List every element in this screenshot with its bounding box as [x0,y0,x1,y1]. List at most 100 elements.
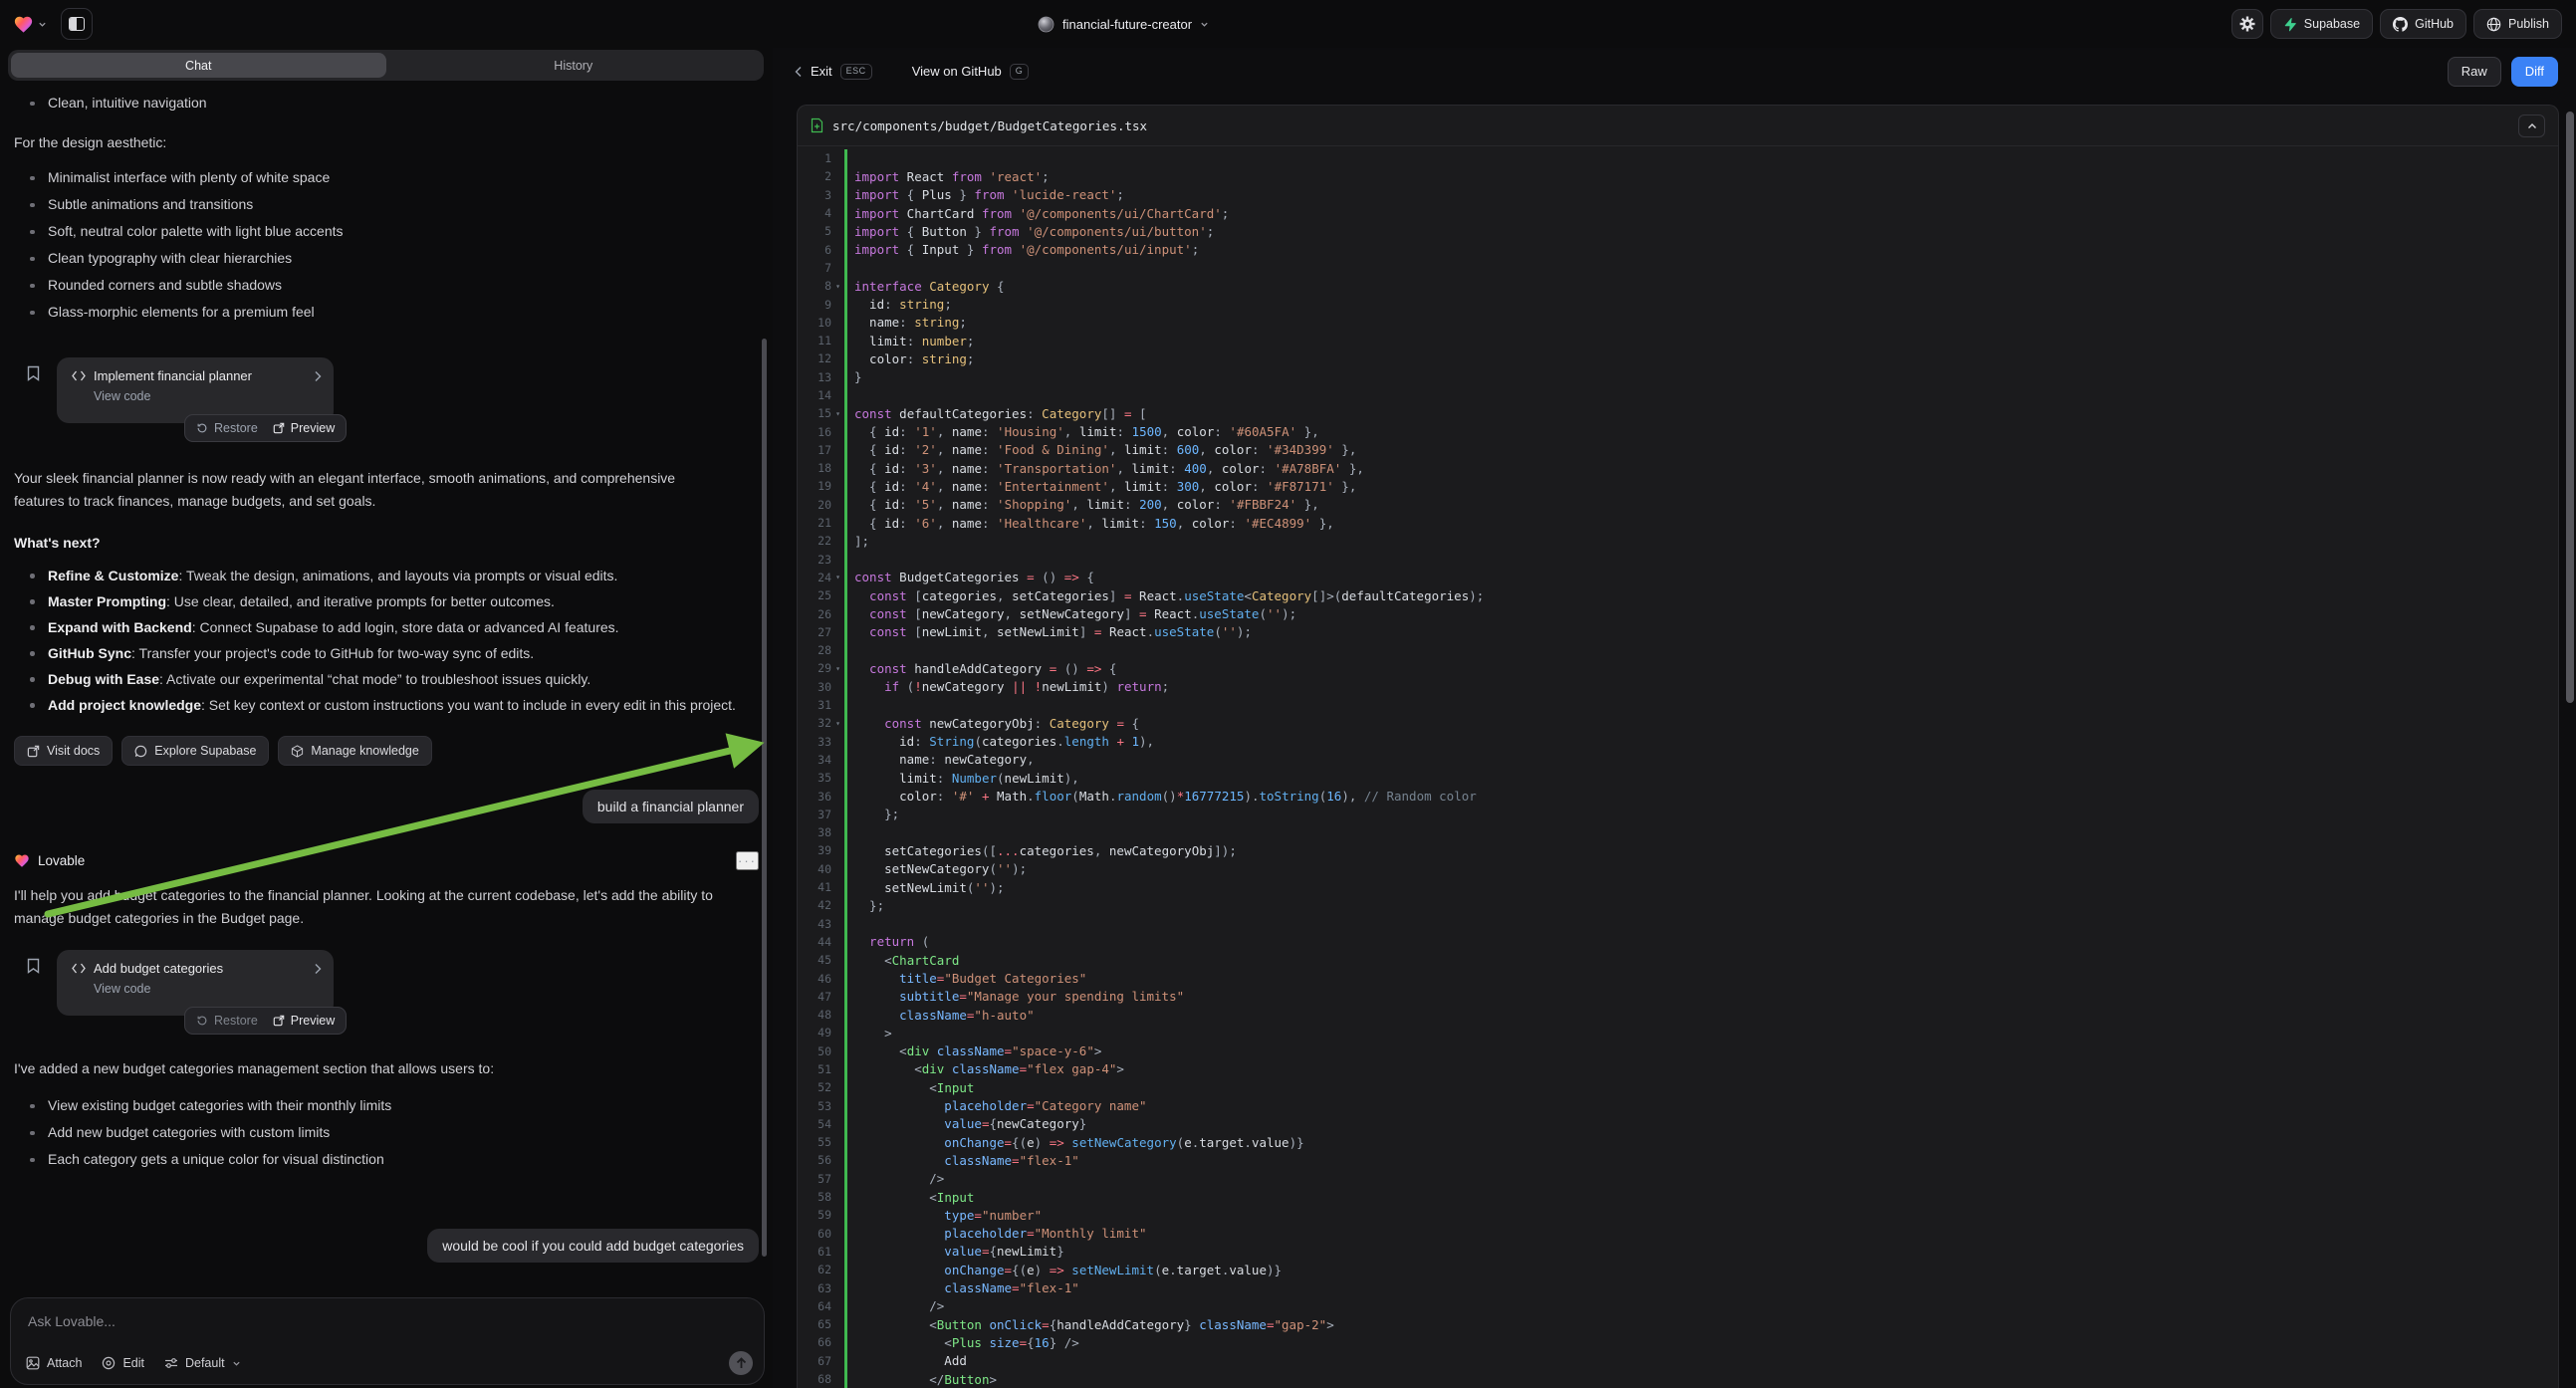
code-line: 43 [798,914,2558,932]
bullet-item: Clean typography with clear hierarchies [14,245,759,272]
supabase-button[interactable]: Supabase [2270,9,2373,39]
code-scrollbar[interactable] [2566,112,2574,703]
mode-selector[interactable]: Default [164,1356,241,1370]
restore-button[interactable]: Restore [196,421,258,435]
message-menu-button[interactable]: ··· [736,851,759,870]
code-line: 58 <Input [798,1188,2558,1206]
project-name: financial-future-creator [1062,17,1192,32]
code-line: 63 className="flex-1" [798,1278,2558,1296]
github-label: GitHub [2415,17,2454,31]
version-card-2-wrap: Add budget categories View code Restore … [14,950,759,1034]
code-line: 57 /> [798,1170,2558,1188]
code-header: Exit ESC View on GitHub G Raw Diff [773,48,2576,95]
tab-chat[interactable]: Chat [11,53,386,78]
code-line: 61 value={newLimit} [798,1243,2558,1261]
view-on-github-button[interactable]: View on GitHub G [912,64,1030,80]
diff-toggle-button[interactable]: Diff [2511,57,2558,87]
code-line: 28 [798,641,2558,659]
collapse-file-button[interactable] [2518,115,2545,137]
chat-panel: Chat History Clean, intuitive navigation… [0,48,773,1388]
code-line: 7 [798,259,2558,277]
lovable-editor-window: financial-future-creator Supabase GitHub… [0,0,2576,1388]
publish-button[interactable]: Publish [2473,9,2562,39]
code-line: 19 { id: '4', name: 'Entertainment', lim… [798,477,2558,495]
raw-toggle-button[interactable]: Raw [2448,57,2501,87]
chevron-right-icon [314,963,322,975]
file-header[interactable]: src/components/budget/BudgetCategories.t… [798,106,2558,146]
code-line: 15▾const defaultCategories: Category[] =… [798,404,2558,422]
tab-history[interactable]: History [386,53,762,78]
send-button[interactable] [729,1351,753,1375]
toggle-sidebar-button[interactable] [61,8,93,40]
chat-bubble-icon [134,745,147,758]
code-line: 36 color: '#' + Math.floor(Math.random()… [798,787,2558,805]
code-line: 33 id: String(categories.length + 1), [798,733,2558,751]
restore-icon [196,422,208,434]
bullet-item: Expand with Backend: Connect Supabase to… [14,614,759,640]
project-switcher[interactable]: financial-future-creator [1038,0,1209,48]
chevron-down-icon [232,1359,241,1368]
design-bullet-list: Minimalist interface with plenty of whit… [14,164,759,326]
assistant-paragraph: Your sleek financial planner is now read… [14,467,711,513]
code-line: 68 </Button> [798,1370,2558,1388]
bullet-item: Add new budget categories with custom li… [14,1119,759,1146]
code-line: 29▾ const handleAddCategory = () => { [798,659,2558,677]
code-line: 12 color: string; [798,349,2558,367]
version-actions: Restore Preview [184,1007,347,1035]
chevron-left-icon [795,66,803,78]
bullet-item: Debug with Ease: Activate our experiment… [14,666,759,692]
lovable-logo-menu[interactable] [13,15,47,34]
code-line: 53 placeholder="Category name" [798,1096,2558,1114]
manage-knowledge-button[interactable]: Manage knowledge [278,736,431,766]
code-line: 65 <Button onClick={handleAddCategory} c… [798,1315,2558,1333]
version-card[interactable]: Add budget categories View code Restore … [57,950,334,1016]
lovable-heart-icon [13,15,34,34]
edit-button[interactable]: Edit [102,1356,144,1370]
code-line: 8▾interface Category { [798,277,2558,295]
design-aesthetic-heading: For the design aesthetic: [14,134,759,150]
arrow-up-icon [736,1357,747,1369]
code-line: 47 subtitle="Manage your spending limits… [798,988,2558,1006]
code-line: 11 limit: number; [798,332,2558,349]
code-line: 6import { Input } from '@/components/ui/… [798,240,2558,258]
code-line: 30 if (!newCategory || !newLimit) return… [798,678,2558,696]
code-line: 55 onChange={(e) => setNewCategory(e.tar… [798,1133,2558,1151]
code-line: 67 Add [798,1352,2558,1370]
code-line: 38 [798,823,2558,841]
code-line: 64 /> [798,1297,2558,1315]
chat-message-list[interactable]: Clean, intuitive navigation For the desi… [0,88,773,1296]
user-message: build a financial planner [583,790,759,823]
supabase-bolt-icon [2283,17,2297,32]
bullet-item: GitHub Sync: Transfer your project's cod… [14,640,759,666]
code-line: 24▾const BudgetCategories = () => { [798,569,2558,586]
restore-button[interactable]: Restore [196,1014,258,1028]
view-code-link[interactable]: View code [94,389,322,403]
chat-composer[interactable]: Ask Lovable... Attach Edit Default [10,1297,765,1385]
bullet-item: Soft, neutral color palette with light b… [14,218,759,245]
preview-button[interactable]: Preview [273,1014,335,1028]
version-card[interactable]: Implement financial planner View code Re… [57,357,334,423]
code-line: 51 <div className="flex gap-4"> [798,1060,2558,1078]
code-line: 39 setCategories([...categories, newCate… [798,841,2558,859]
lovable-heart-icon [14,853,30,868]
code-editor[interactable]: 12import React from 'react';3import { Pl… [798,147,2558,1388]
code-line: 54 value={newCategory} [798,1115,2558,1133]
code-icon [72,963,86,974]
bullet-item: View existing budget categories with the… [14,1092,759,1119]
bullet-item: Master Prompting: Use clear, detailed, a… [14,588,759,614]
restore-icon [196,1015,208,1027]
code-line: 27 const [newLimit, setNewLimit] = React… [798,623,2558,641]
exit-button[interactable]: Exit ESC [795,64,872,80]
version-card-1-wrap: Implement financial planner View code Re… [14,357,759,441]
explore-supabase-button[interactable]: Explore Supabase [121,736,269,766]
preview-button[interactable]: Preview [273,421,335,435]
code-line: 45 <ChartCard [798,951,2558,969]
code-line: 49 > [798,1024,2558,1041]
visit-docs-button[interactable]: Visit docs [14,736,113,766]
attach-button[interactable]: Attach [26,1356,82,1370]
chat-scrollbar[interactable] [762,339,767,1257]
file-path: src/components/budget/BudgetCategories.t… [832,118,2509,133]
settings-button[interactable] [2231,9,2263,39]
github-button[interactable]: GitHub [2380,9,2466,39]
view-code-link[interactable]: View code [94,982,322,996]
